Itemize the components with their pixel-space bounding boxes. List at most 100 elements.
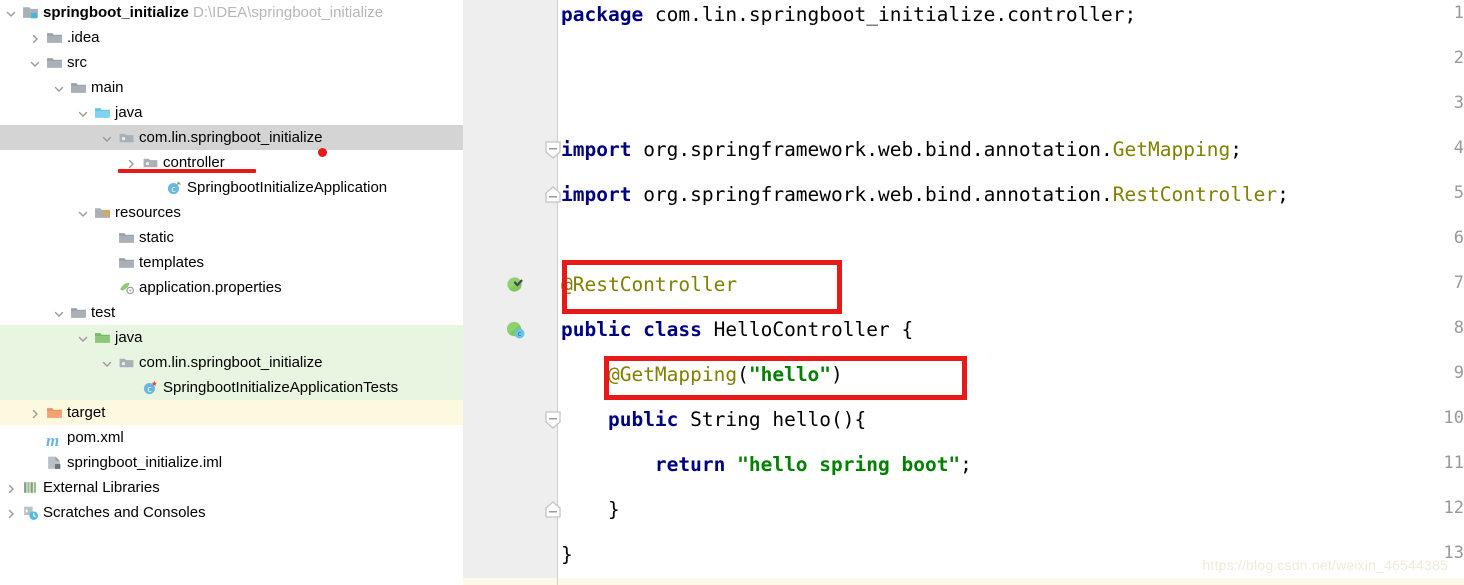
tree-row[interactable]: com.lin.springboot_initialize [0,125,463,150]
tree-row-label: templates [139,254,205,271]
chevron-right-icon[interactable] [4,475,18,500]
tree-row-label: main [91,79,124,96]
folder-icon [46,54,63,71]
project-tool-window[interactable]: springboot_initialize D:\IDEA\springboot… [0,0,463,585]
line-number: 12 [1443,498,1464,518]
line-number: 5 [1453,183,1464,203]
package-icon [118,129,135,146]
module-icon [22,4,39,21]
chevron-right-icon[interactable] [4,500,18,525]
code-token: ; [1230,138,1242,161]
folder-icon [70,79,87,96]
folder-icon [46,29,63,46]
code-token: import [561,183,644,206]
line-number: 11 [1443,453,1464,473]
package-icon [118,354,135,371]
tree-row[interactable]: target [0,400,463,425]
code-line[interactable]: public class HelloController { [561,318,913,341]
spring-bean-check-icon[interactable] [505,274,527,296]
tree-row[interactable]: templates [0,250,463,275]
chevron-right-icon[interactable] [28,400,42,425]
code-token: } [561,498,620,521]
tree-row-label: com.lin.springboot_initialize [139,129,323,146]
code-token: } [561,543,573,566]
tree-row[interactable]: C SpringbootInitializeApplication [0,175,463,200]
svg-text:C: C [147,385,151,394]
tree-row[interactable]: static [0,225,463,250]
iml-icon [46,454,63,471]
chevron-down-icon[interactable] [52,300,66,325]
code-line[interactable]: } [561,498,620,521]
tree-row[interactable]: application.properties [0,275,463,300]
tree-row[interactable]: test [0,300,463,325]
tree-row[interactable]: m pom.xml [0,425,463,450]
ide-window: springboot_initialize D:\IDEA\springboot… [0,0,1464,585]
code-token: HelloController { [713,318,914,341]
line-number: 7 [1453,273,1464,293]
tree-row-label: SpringbootInitializeApplication [187,179,388,196]
tree-row[interactable]: resources [0,200,463,225]
code-line[interactable]: import org.springframework.web.bind.anno… [561,138,1242,161]
tree-row-label: static [139,229,175,246]
tree-row[interactable]: main [0,75,463,100]
controller-underline [118,169,256,173]
editor-bottom-band-gutter [557,578,558,585]
chevron-down-icon[interactable] [76,200,90,225]
tree-row[interactable]: java [0,100,463,125]
code-token: String hello(){ [690,408,867,431]
spring-bean-class-icon[interactable]: c [505,319,527,341]
tree-row[interactable]: .idea [0,25,463,50]
tree-row[interactable]: External Libraries [0,475,463,500]
tree-row[interactable]: src [0,50,463,75]
line-number: 9 [1453,363,1464,383]
code-token: return [654,453,738,476]
code-token: "hello spring boot" [737,453,961,476]
tree-row-label: Scratches and Consoles [43,504,206,521]
line-number: 1 [1453,3,1464,23]
tree-row[interactable]: springboot_initialize D:\IDEA\springboot… [0,0,463,25]
tree-row[interactable]: springboot_initialize.iml [0,450,463,475]
code-token: GetMapping [1112,138,1231,161]
spring-class-icon: C [166,179,183,196]
tree-row-label: src [67,54,87,71]
chevron-down-icon[interactable] [28,50,42,75]
editor-bottom-band [463,578,1464,585]
folder-icon [70,304,87,321]
line-number: 2 [1453,48,1464,68]
chevron-down-icon[interactable] [100,350,114,375]
line-number: 3 [1453,93,1464,113]
code-line[interactable]: import org.springframework.web.bind.anno… [561,183,1289,206]
tree-row[interactable]: com.lin.springboot_initialize [0,350,463,375]
code-token: package [561,3,655,26]
code-line[interactable]: return "hello spring boot"; [561,453,972,476]
code-line[interactable]: public String hello(){ [561,408,866,431]
folder-icon [118,254,135,271]
tree-row-label: test [91,304,116,321]
chevron-down-icon[interactable] [4,0,18,25]
chevron-down-icon[interactable] [76,325,90,350]
chevron-right-icon[interactable] [28,25,42,50]
code-token: com.lin.springboot_initialize.controller… [654,3,1137,26]
code-line[interactable]: package com.lin.springboot_initialize.co… [561,3,1136,26]
line-number: 6 [1453,228,1464,248]
tree-row-label: resources [115,204,181,221]
tree-row[interactable]: Scratches and Consoles [0,500,463,525]
tree-row-label: java [115,104,143,121]
line-number: 10 [1443,408,1464,428]
line-number: 8 [1453,318,1464,338]
source-folder-icon [94,104,111,121]
tree-row[interactable]: java [0,325,463,350]
project-path: D:\IDEA\springboot_initialize [188,4,384,21]
chevron-down-icon[interactable] [76,100,90,125]
resources-folder-icon [94,204,111,221]
svg-text:C: C [171,185,175,194]
chevron-down-icon[interactable] [100,125,114,150]
chevron-down-icon[interactable] [52,75,66,100]
properties-icon [118,279,135,296]
tree-row[interactable]: C SpringbootInitializeApplicationTests [0,375,463,400]
code-token: import [561,138,644,161]
code-line[interactable]: } [561,543,573,566]
code-token: org.springframework.web.bind.annotation. [643,138,1113,161]
tree-row-label: .idea [67,29,100,46]
